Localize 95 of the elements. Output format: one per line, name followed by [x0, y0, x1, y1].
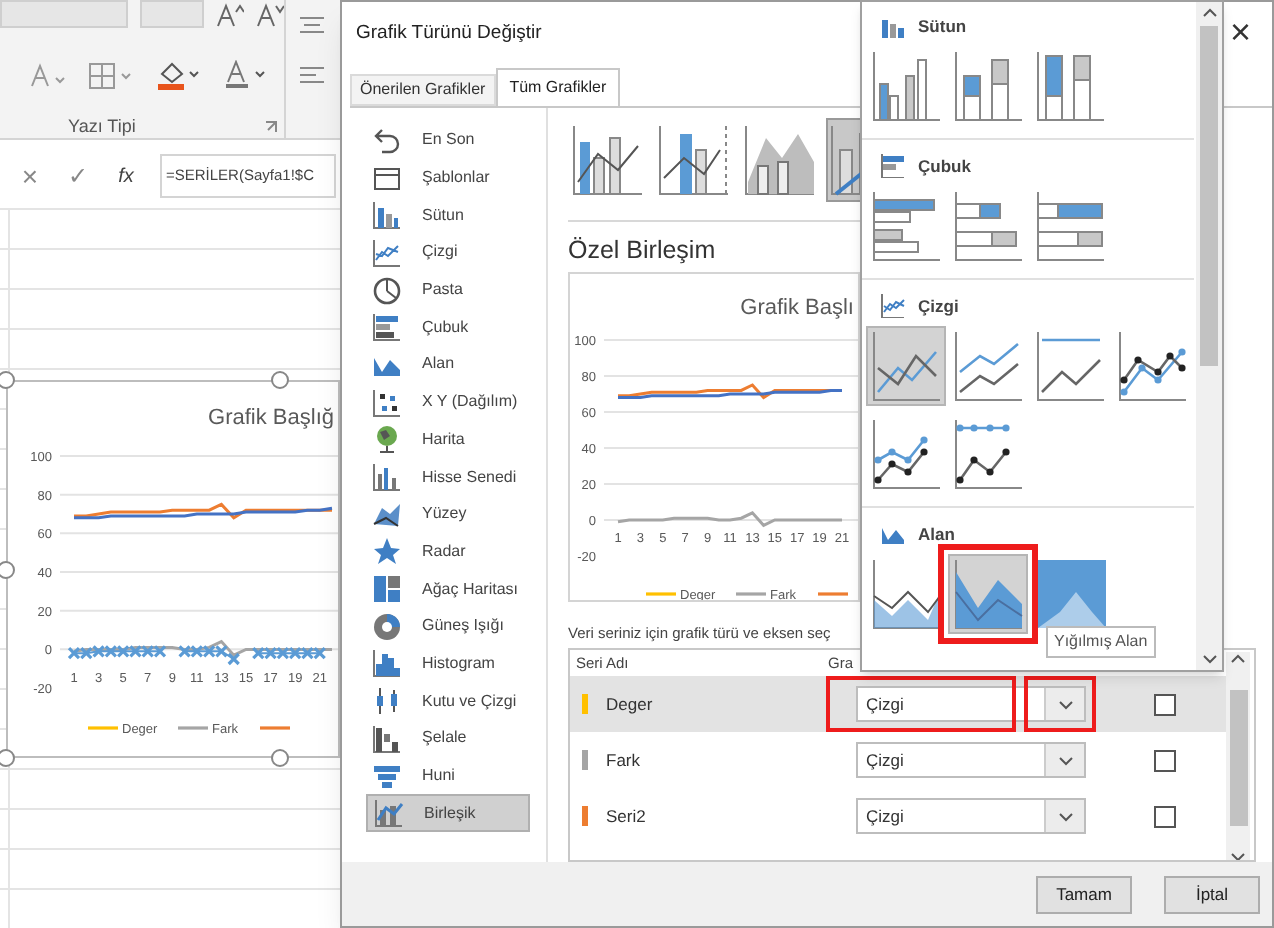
scrollbar[interactable]	[1226, 652, 1250, 860]
series-name: Deger	[606, 691, 655, 717]
combo-chart-icon	[374, 798, 404, 829]
undo-arrow-icon	[372, 125, 402, 156]
align-icon[interactable]	[300, 66, 324, 84]
scrollbar[interactable]	[1196, 2, 1222, 670]
close-button[interactable]: ×	[1230, 14, 1252, 50]
column-chart-icon	[372, 200, 402, 231]
chart-type-item[interactable]: Harita	[366, 421, 530, 459]
gallery-section-title: Alan	[918, 521, 955, 547]
chart-type-item[interactable]: En Son	[366, 122, 530, 160]
secondary-axis-checkbox[interactable]	[1154, 749, 1176, 772]
chart-type-dropdown[interactable]: Çizgi	[856, 742, 1086, 779]
chart-type-item[interactable]: Histogram	[366, 645, 530, 683]
chart-type-item[interactable]: Kutu ve Çizgi	[366, 682, 530, 720]
borders-icon[interactable]	[88, 61, 136, 89]
legend-swatch	[646, 591, 676, 596]
dialog-title: Grafik Türünü Değiştir	[356, 19, 542, 48]
selected-row[interactable]: Deger Çizgi	[570, 676, 1226, 733]
chevron-down-icon	[1057, 699, 1073, 710]
line-chart-icon	[372, 237, 402, 268]
insert-function-button[interactable]: fx	[112, 161, 140, 191]
text-effect-icon[interactable]	[28, 61, 68, 89]
gallery-section-title: Çubuk	[918, 153, 971, 179]
tab[interactable]: Tüm Grafikler	[495, 68, 621, 108]
chart-type-item[interactable]: Çubuk	[366, 308, 530, 347]
chart-type-item[interactable]: Pasta	[366, 271, 530, 309]
chart-type-item[interactable]: Yüzey	[366, 495, 530, 534]
ribbon-group-label: Yazı Tipi	[68, 114, 136, 140]
surface-chart-icon	[372, 499, 402, 530]
chart-type-item[interactable]: Huni	[366, 757, 530, 795]
chart-type-item[interactable]: X Y (Dağılım)	[366, 383, 530, 421]
bar-chart-icon	[880, 154, 906, 178]
tooltip: Yığılmış Alan	[1046, 626, 1156, 658]
template-icon	[372, 163, 402, 194]
gallery-section-title: Sütun	[918, 13, 967, 39]
grow-font-icon[interactable]	[216, 2, 244, 28]
tab[interactable]: Önerilen Grafikler	[350, 74, 496, 106]
sunburst-icon	[372, 611, 402, 642]
resize-handle[interactable]	[0, 560, 16, 580]
treemap-icon	[372, 574, 402, 605]
align-icon[interactable]	[300, 16, 324, 34]
gallery-section-title: Çizgi	[918, 293, 959, 319]
scatter-chart-icon	[372, 387, 402, 418]
box-whisker-icon	[372, 686, 402, 717]
chevron-down-icon	[1057, 811, 1073, 822]
chart-type-item[interactable]: Ağaç Haritası	[366, 570, 530, 608]
resize-handle[interactable]	[270, 370, 290, 390]
funnel-chart-icon	[372, 761, 402, 792]
chart-type-item[interactable]: Sütun	[366, 196, 530, 235]
bar-chart-icon	[372, 312, 402, 343]
chart-type-item[interactable]: Şelale	[366, 720, 530, 758]
histogram-icon	[372, 648, 402, 679]
chart-type-dropdown[interactable]: Çizgi	[856, 798, 1086, 835]
secondary-axis-checkbox[interactable]	[1154, 693, 1176, 716]
pie-chart-icon	[372, 275, 402, 306]
dialog-button[interactable]: Tamam	[1036, 875, 1132, 913]
resize-handle[interactable]	[0, 748, 16, 768]
waterfall-chart-icon	[372, 723, 402, 754]
scrollbar-thumb[interactable]	[1229, 690, 1247, 827]
chart-type-item[interactable]: Hisse Senedi	[366, 458, 530, 496]
series-name: Fark	[606, 747, 642, 773]
secondary-axis-checkbox[interactable]	[1154, 805, 1176, 828]
chart-type-item[interactable]: Şablonlar	[366, 159, 530, 197]
section-title: Özel Birleşim	[568, 233, 718, 266]
fill-color-icon[interactable]	[156, 60, 204, 90]
line-chart-icon	[880, 294, 906, 318]
chart-title: Grafik Başlı	[740, 295, 854, 320]
chart-type-item[interactable]: Çizgi	[366, 234, 530, 272]
scroll-up-icon[interactable]	[1201, 6, 1217, 18]
highlight-frame	[1024, 676, 1096, 733]
chart-type-item[interactable]: Radar	[366, 533, 530, 571]
chart-title: Grafik Başlığ	[208, 406, 334, 430]
resize-handle[interactable]	[270, 748, 290, 768]
globe-icon	[372, 424, 402, 455]
chart-type-item[interactable]: Güneş Işığı	[366, 607, 530, 646]
scroll-up-icon[interactable]	[1230, 652, 1246, 665]
resize-handle[interactable]	[0, 370, 16, 390]
enter-button[interactable]: ✓	[64, 158, 92, 194]
legend-swatch	[736, 591, 766, 596]
scroll-down-icon[interactable]	[1201, 654, 1217, 666]
column-chart-icon	[880, 14, 906, 38]
dialog-launcher-icon[interactable]	[264, 120, 278, 134]
chart-type-dropdown[interactable]: Çizgi	[856, 686, 1086, 723]
chart-type-item[interactable]: Birleşik	[366, 794, 530, 833]
series-name: Seri2	[606, 803, 648, 829]
chart-type-item[interactable]: Alan	[366, 346, 530, 384]
shrink-font-icon[interactable]	[256, 2, 284, 28]
dialog-button[interactable]: İptal	[1164, 875, 1260, 913]
chevron-down-icon	[1057, 755, 1073, 766]
legend-swatch	[818, 591, 848, 596]
stock-chart-icon	[372, 462, 402, 493]
scrollbar-thumb[interactable]	[1200, 26, 1218, 366]
cancel-button[interactable]: ×	[16, 155, 44, 197]
radar-chart-icon	[372, 536, 402, 567]
